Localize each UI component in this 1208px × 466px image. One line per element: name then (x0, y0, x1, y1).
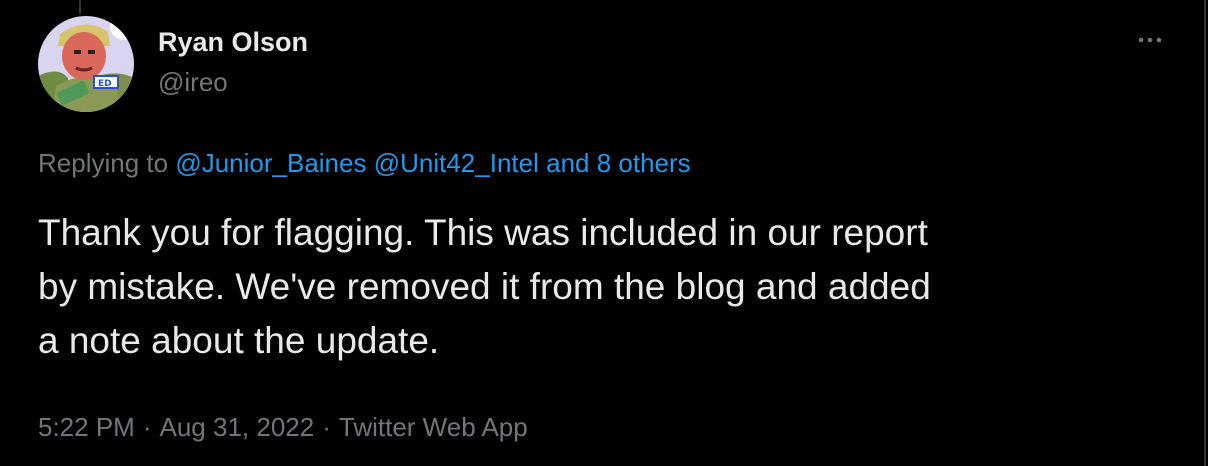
thread-connector-line (79, 0, 81, 14)
author-display-name[interactable]: Ryan Olson (158, 26, 308, 58)
author-handle[interactable]: @ireo (158, 66, 228, 98)
tweet-text-line: by mistake. We've removed it from the bl… (38, 266, 931, 307)
avatar[interactable]: ED (38, 16, 134, 112)
more-options-button[interactable] (1130, 24, 1170, 56)
ellipsis-icon (1138, 37, 1162, 43)
tweet-text: Thank you for flagging. This was include… (38, 206, 1168, 368)
cartoon-portrait-avatar-icon: ED (38, 16, 134, 112)
tweet-time[interactable]: 5:22 PM (38, 412, 135, 442)
others-link[interactable]: and 8 others (546, 148, 691, 178)
mention-link[interactable]: @Unit42_Intel (374, 148, 539, 178)
tweet-source[interactable]: Twitter Web App (339, 412, 528, 442)
tweet-card: ED Ryan Olson @ireo Replying to @Junior_… (0, 0, 1206, 466)
svg-text:ED: ED (98, 79, 112, 89)
replying-prefix: Replying to (38, 148, 169, 178)
tweet-text-line: a note about the update. (38, 320, 440, 361)
tweet-text-line: Thank you for flagging. This was include… (38, 212, 928, 253)
meta-separator: · (142, 412, 152, 442)
tweet-date[interactable]: Aug 31, 2022 (160, 412, 315, 442)
mention-link[interactable]: @Junior_Baines (175, 148, 366, 178)
replying-to-line: Replying to @Junior_Baines @Unit42_Intel… (38, 146, 691, 180)
meta-separator: · (322, 412, 331, 442)
tweet-meta: 5:22 PM · Aug 31, 2022 · Twitter Web App (38, 410, 528, 444)
